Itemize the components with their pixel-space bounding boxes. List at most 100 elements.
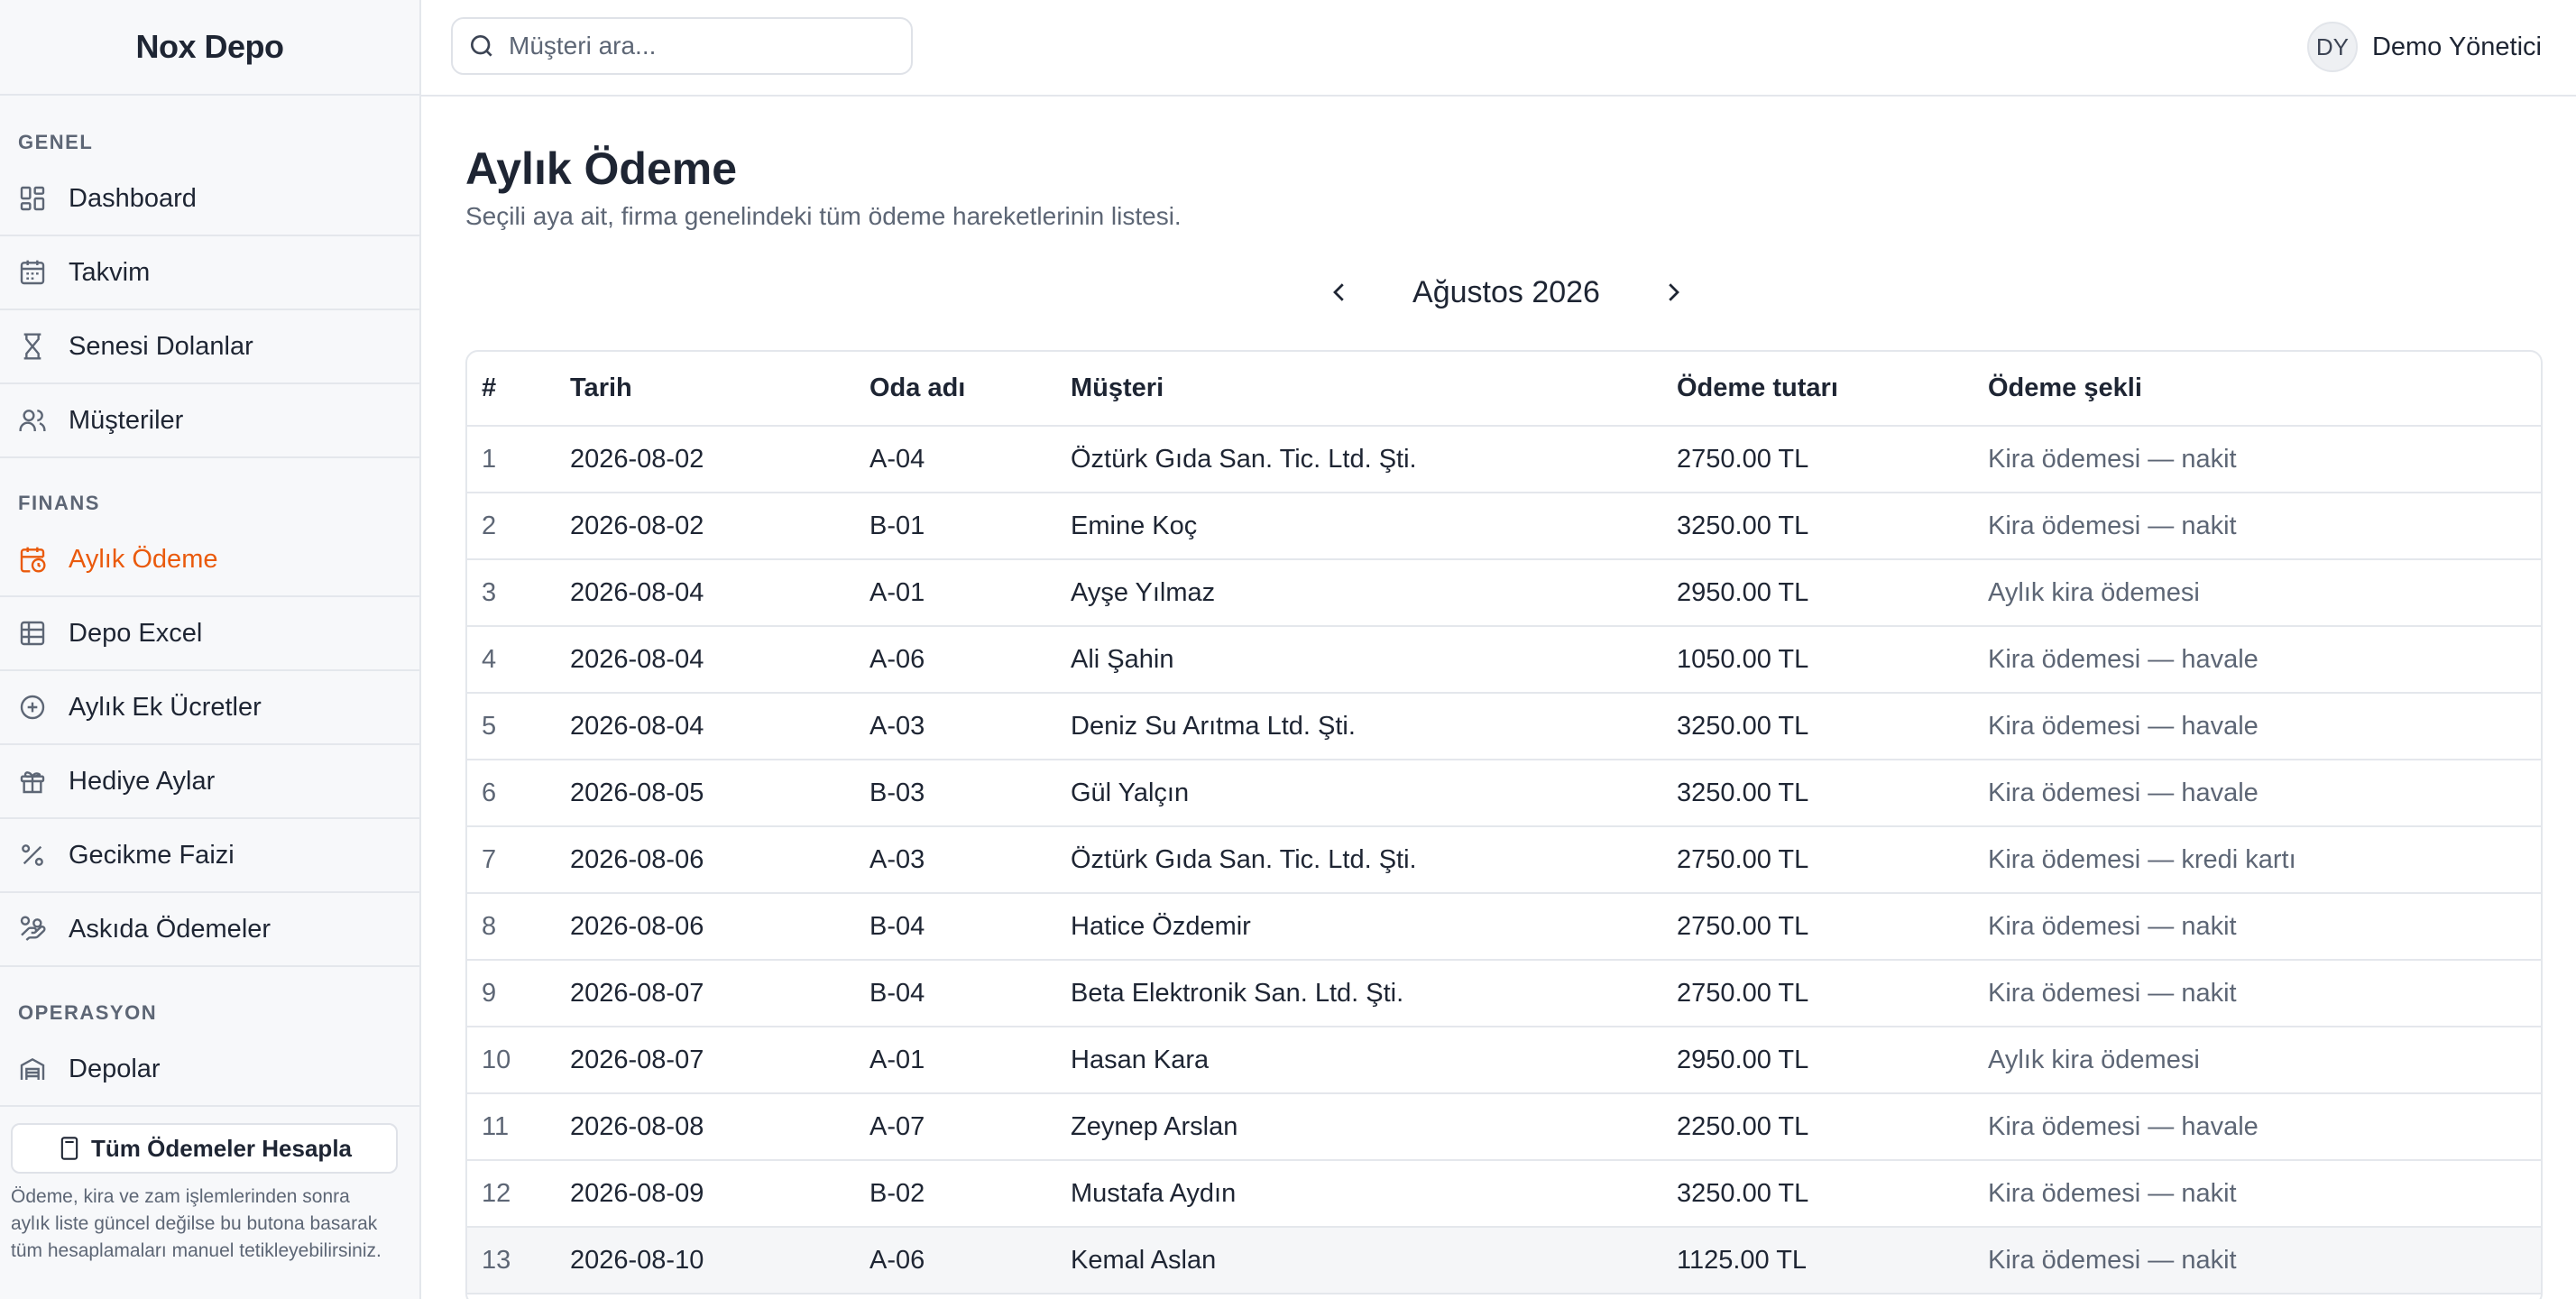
payment-method: Kira ödemesi — havale [1988, 1093, 2541, 1161]
table-row[interactable]: 7 2026-08-06 A-03 Öztürk Gıda San. Tic. Ltd… [467, 826, 2541, 894]
payment-date: 2026-08-06 [570, 826, 869, 894]
payment-amount: 2750.00 TL [1677, 826, 1988, 894]
sidebar-item-aylik-odeme[interactable]: Aylık Ödeme [0, 523, 419, 597]
table-row[interactable]: 9 2026-08-07 B-04 Beta Elektronik San. Ltd.… [467, 960, 2541, 1027]
search-box[interactable] [451, 17, 913, 75]
user-name[interactable]: Demo Yönetici [2372, 32, 2542, 62]
payments-table-container: # Tarih Oda adı Müşteri Ödeme tutarı Ödeme şe… [465, 350, 2543, 1299]
room-name: B-01 [869, 493, 1071, 560]
payment-amount: 1125.00 TL [1677, 1227, 1988, 1294]
payment-amount: 2950.00 TL [1677, 1027, 1988, 1094]
search-input[interactable] [509, 32, 888, 60]
next-month-button[interactable] [1651, 270, 1696, 315]
room-name: A-06 [869, 626, 1071, 694]
payment-method: Kira ödemesi — havale [1988, 760, 2541, 827]
row-number: 13 [467, 1227, 570, 1294]
chevron-right-icon [1669, 283, 1679, 301]
payment-method: Kira ödemesi — nakit [1988, 493, 2541, 560]
sidebar: Nox Depo GENEL Dashboard Takvim Senesi D… [0, 0, 421, 1299]
payment-date: 2026-08-10 [570, 1227, 869, 1294]
payment-amount: 3250.00 TL [1677, 1160, 1988, 1228]
row-number: 4 [467, 626, 570, 694]
payment-method: Kira ödemesi — nakit [1988, 1227, 2541, 1294]
sidebar-item-label: Dashboard [69, 183, 197, 213]
avatar[interactable]: DY [2306, 22, 2358, 72]
sidebar-item-depo-excel[interactable]: Depo Excel [0, 597, 419, 671]
table-row[interactable]: 6 2026-08-05 B-03 Gül Yalçın 3250.00 TL Kira … [467, 760, 2541, 827]
customer-name: Öztürk Gıda San. Tic. Ltd. Şti. [1071, 826, 1677, 894]
sidebar-item-label: Aylık Ek Ücretler [69, 692, 262, 722]
payment-date: 2026-08-04 [570, 559, 869, 627]
table-row[interactable]: 2 2026-08-02 B-01 Emine Koç 3250.00 TL Kira ö… [467, 493, 2541, 560]
sidebar-item-label: Askıda Ödemeler [69, 914, 271, 944]
row-number: 9 [467, 960, 570, 1027]
sidebar-item-musteriler[interactable]: Müşteriler [0, 384, 419, 458]
row-number: 5 [467, 693, 570, 760]
calendar-clock-icon [18, 545, 47, 574]
sidebar-item-label: Depo Excel [69, 618, 203, 648]
payment-method: Kira ödemesi — nakit [1988, 960, 2541, 1027]
sidebar-item-takvim[interactable]: Takvim [0, 236, 419, 310]
header-customer[interactable]: Müşteri [1071, 352, 1677, 427]
room-name: A-04 [869, 426, 1071, 493]
header-date[interactable]: Tarih [570, 352, 869, 427]
table-row[interactable]: 10 2026-08-07 A-01 Hasan Kara 2950.00 TL Aylı… [467, 1027, 2541, 1094]
payment-amount: 2750.00 TL [1677, 426, 1988, 493]
brand-logo[interactable]: Nox Depo [0, 0, 419, 96]
payment-date: 2026-08-02 [570, 493, 869, 560]
sidebar-item-hediye-aylar[interactable]: Hediye Aylar [0, 745, 419, 819]
table-row[interactable]: 1 2026-08-02 A-04 Öztürk Gıda San. Tic. Ltd… [467, 426, 2541, 493]
table-row[interactable]: 13 2026-08-10 A-06 Kemal Aslan 1125.00 TL Kir… [467, 1227, 2541, 1294]
header-number[interactable]: # [467, 352, 570, 427]
table-row[interactable]: 12 2026-08-09 B-02 Mustafa Aydın 3250.00 TL K… [467, 1160, 2541, 1228]
payment-method: Kira ödemesi — nakit [1988, 426, 2541, 493]
user-menu[interactable]: DY Demo Yönetici [2306, 22, 2542, 72]
payment-method: Kira ödemesi — nakit [1988, 1160, 2541, 1228]
table-row[interactable]: 4 2026-08-04 A-06 Ali Şahin 1050.00 TL Kira ö… [467, 626, 2541, 694]
topbar: DY Demo Yönetici [421, 0, 2576, 97]
header-payment-method[interactable]: Ödeme şekli [1988, 352, 2541, 427]
calculate-all-payments-button[interactable]: Tüm Ödemeler Hesapla [11, 1123, 398, 1174]
room-name: A-07 [869, 1093, 1071, 1161]
calculator-icon [57, 1136, 82, 1161]
table-row[interactable]: 5 2026-08-04 A-03 Deniz Su Arıtma Ltd. Şti.… [467, 693, 2541, 760]
payments-table: # Tarih Oda adı Müşteri Ödeme tutarı Ödeme şe… [467, 352, 2541, 1294]
sidebar-item-label: Gecikme Faizi [69, 840, 235, 870]
gift-icon [18, 767, 47, 796]
percent-icon [18, 841, 47, 870]
customer-name: Beta Elektronik San. Ltd. Şti. [1071, 960, 1677, 1027]
payment-date: 2026-08-04 [570, 693, 869, 760]
table-row[interactable]: 11 2026-08-08 A-07 Zeynep Arslan 2250.00 TL K… [467, 1093, 2541, 1161]
sidebar-item-label: Takvim [69, 257, 151, 287]
prev-month-button[interactable] [1317, 270, 1362, 315]
customer-name: Hatice Özdemir [1071, 893, 1677, 961]
room-name: A-01 [869, 559, 1071, 627]
room-name: A-03 [869, 693, 1071, 760]
sidebar-item-gecikme-faizi[interactable]: Gecikme Faizi [0, 819, 419, 893]
payment-method: Kira ödemesi — kredi kartı [1988, 826, 2541, 894]
table-row[interactable]: 3 2026-08-04 A-01 Ayşe Yılmaz 2950.00 TL Aylı… [467, 559, 2541, 627]
header-room[interactable]: Oda adı [869, 352, 1071, 427]
payment-date: 2026-08-07 [570, 1027, 869, 1094]
sidebar-item-askida-odemeler[interactable]: Askıda Ödemeler [0, 893, 419, 967]
calc-note: Ödeme, kira ve zam işlemlerinden sonra a… [11, 1186, 382, 1261]
sidebar-item-aylik-ek-ucretler[interactable]: Aylık Ek Ücretler [0, 671, 419, 745]
header-amount[interactable]: Ödeme tutarı [1677, 352, 1988, 427]
sidebar-item-dashboard[interactable]: Dashboard [0, 162, 419, 236]
row-number: 6 [467, 760, 570, 827]
hand-coins-icon [18, 915, 47, 944]
row-number: 10 [467, 1027, 570, 1094]
payment-amount: 2250.00 TL [1677, 1093, 1988, 1161]
table-header-row: # Tarih Oda adı Müşteri Ödeme tutarı Ödeme şe… [467, 352, 2541, 427]
payment-date: 2026-08-07 [570, 960, 869, 1027]
sidebar-item-senesi-dolanlar[interactable]: Senesi Dolanlar [0, 310, 419, 384]
search-icon [467, 32, 496, 60]
chevron-left-icon [1333, 283, 1344, 301]
room-name: A-01 [869, 1027, 1071, 1094]
sidebar-item-depolar[interactable]: Depolar [0, 1033, 419, 1107]
payment-amount: 3250.00 TL [1677, 493, 1988, 560]
table-row[interactable]: 8 2026-08-06 B-04 Hatice Özdemir 2750.00 TL K… [467, 893, 2541, 961]
payment-method: Kira ödemesi — nakit [1988, 893, 2541, 961]
payment-method: Kira ödemesi — havale [1988, 626, 2541, 694]
payment-method: Aylık kira ödemesi [1988, 559, 2541, 627]
